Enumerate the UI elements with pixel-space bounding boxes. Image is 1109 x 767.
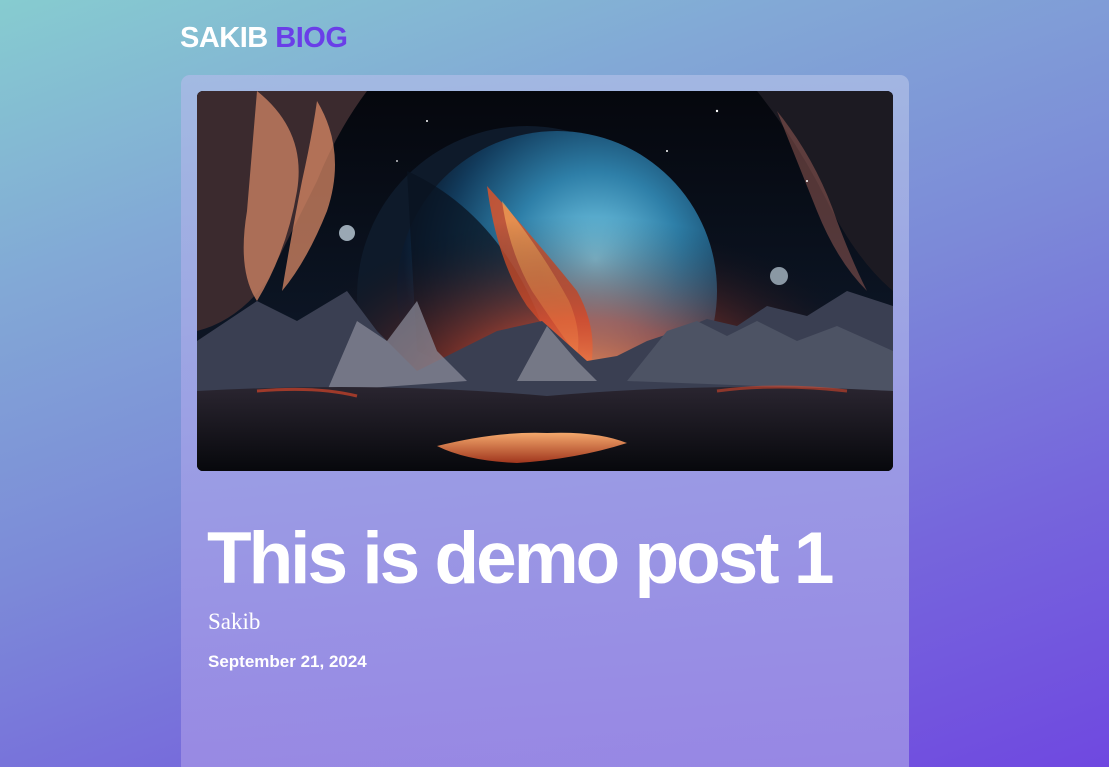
site-logo[interactable]: SAKIB BIOG xyxy=(180,20,348,56)
post-date: September 21, 2024 xyxy=(208,652,367,671)
space-landscape-illustration xyxy=(197,91,893,471)
post-card[interactable]: This is demo post 1 Sakib September 21, … xyxy=(181,75,909,767)
logo-text-sakib: SAKIB xyxy=(180,22,268,54)
post-author: Sakib xyxy=(208,609,261,634)
post-cover-image[interactable] xyxy=(197,91,893,471)
logo-text-biog: BIOG xyxy=(275,22,348,54)
post-title[interactable]: This is demo post 1 xyxy=(207,519,834,599)
